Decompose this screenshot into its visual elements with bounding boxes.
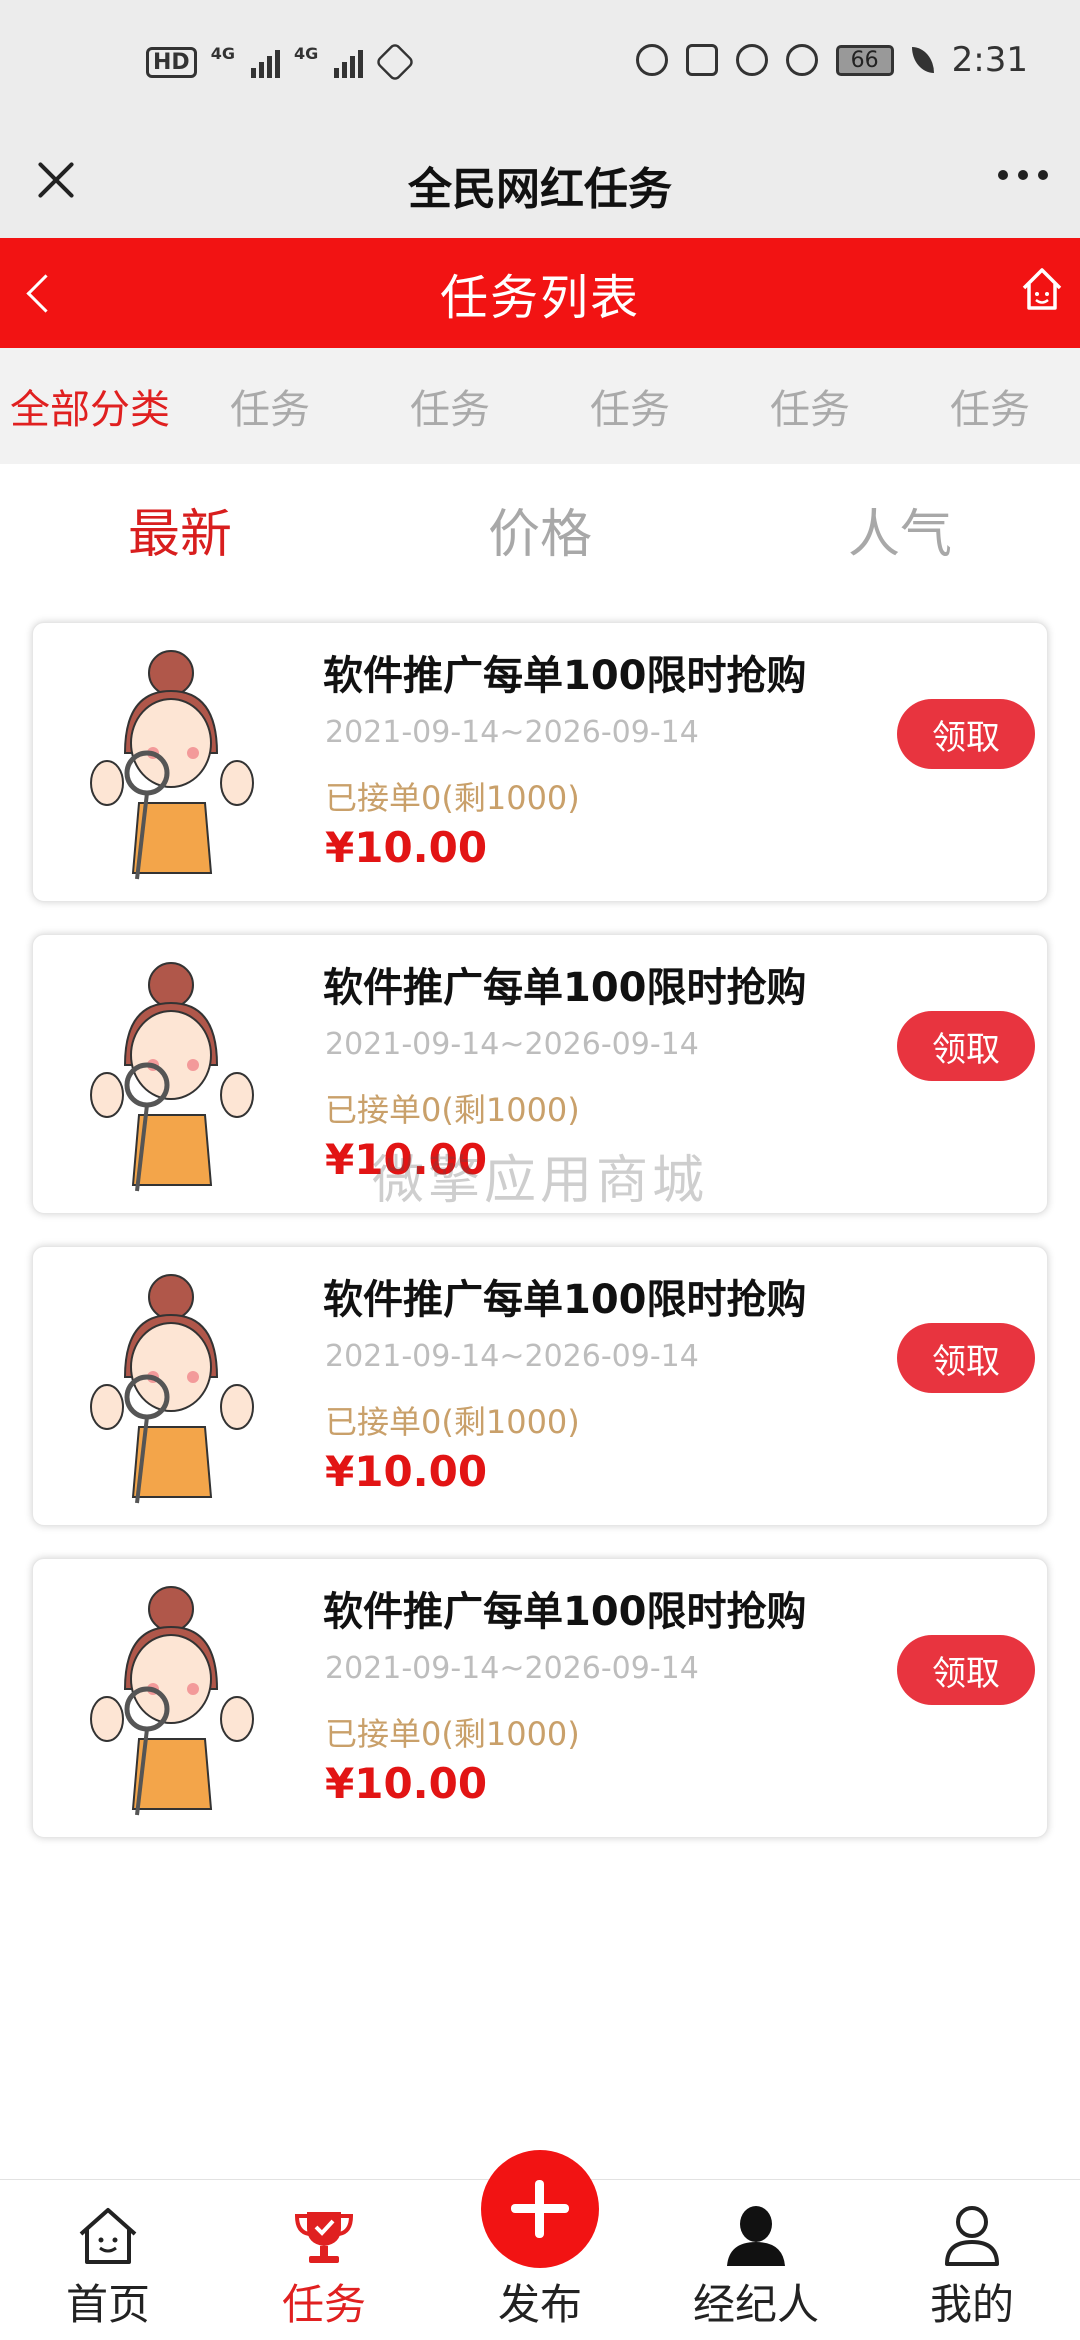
nav-label: 首页 <box>65 2280 150 2329</box>
task-thumbnail <box>90 1586 254 1816</box>
nav-publish[interactable]: 发布 <box>432 2150 648 2340</box>
task-thumbnail <box>90 1274 254 1504</box>
user-icon <box>945 2206 999 2266</box>
tab-category[interactable]: 任务 <box>900 377 1080 435</box>
task-taken-count: 已接单0(剩1000) <box>325 1403 580 1441</box>
task-title: 软件推广每单100限时抢购 <box>323 653 807 699</box>
bottom-nav: 首页 任务 发布 经纪人 我的 <box>0 2150 1080 2340</box>
status-right: 66 2:31 <box>635 40 1028 80</box>
task-date-range: 2021-09-14~2026-09-14 <box>325 1027 699 1062</box>
status-left: HD 4G 4G <box>146 41 416 83</box>
task-title: 软件推广每单100限时抢购 <box>323 1589 807 1635</box>
claim-button[interactable]: 领取 <box>897 699 1035 769</box>
more-icon[interactable] <box>998 170 1048 180</box>
tab-category[interactable]: 任务 <box>720 377 900 435</box>
nav-label: 经纪人 <box>692 2280 819 2329</box>
signal-icon-2 <box>334 46 364 78</box>
network-type-1: 4G <box>210 44 235 63</box>
back-icon[interactable] <box>18 268 58 318</box>
battery-icon: 66 <box>835 44 894 76</box>
task-date-range: 2021-09-14~2026-09-14 <box>325 1339 699 1374</box>
task-date-range: 2021-09-14~2026-09-14 <box>325 1651 699 1686</box>
task-card[interactable]: 软件推广每单100限时抢购 2021-09-14~2026-09-14 已接单0… <box>32 1558 1048 1838</box>
network-type-2: 4G <box>293 44 319 63</box>
task-card[interactable]: 软件推广每单100限时抢购 2021-09-14~2026-09-14 已接单0… <box>32 934 1048 1214</box>
task-price: ¥10.00 <box>325 1135 488 1184</box>
task-price: ¥10.00 <box>325 1759 488 1808</box>
signal-icon <box>250 46 280 78</box>
task-title: 软件推广每单100限时抢购 <box>323 965 807 1011</box>
trophy-icon <box>294 2212 354 2263</box>
sort-popularity[interactable]: 人气 <box>720 492 1080 567</box>
app-title: 全民网红任务 <box>408 164 672 215</box>
sort-tabs: 最新 价格 人气 <box>0 464 1080 594</box>
plus-icon <box>481 2150 599 2268</box>
home-icon <box>79 2208 137 2264</box>
task-taken-count: 已接单0(剩1000) <box>325 1091 580 1129</box>
task-price: ¥10.00 <box>325 1447 488 1496</box>
task-taken-count: 已接单0(剩1000) <box>325 1715 580 1753</box>
nav-home[interactable]: 首页 <box>0 2180 216 2340</box>
nav-label: 任务 <box>281 2280 366 2329</box>
nav-mine[interactable]: 我的 <box>864 2180 1080 2340</box>
claim-button[interactable]: 领取 <box>897 1011 1035 1081</box>
alarm-icon <box>735 44 768 76</box>
task-price: ¥10.00 <box>325 823 488 872</box>
status-bar: HD 4G 4G 66 2:31 <box>0 0 1080 132</box>
sort-latest[interactable]: 最新 <box>0 492 360 567</box>
page-header: 任务列表 <box>0 238 1080 348</box>
tab-all-categories[interactable]: 全部分类 <box>0 377 180 435</box>
nav-label: 我的 <box>929 2280 1014 2329</box>
claim-button[interactable]: 领取 <box>897 1635 1035 1705</box>
hd-icon: HD <box>146 46 197 78</box>
task-taken-count: 已接单0(剩1000) <box>325 779 580 817</box>
nav-tasks[interactable]: 任务 <box>216 2180 432 2340</box>
task-list: 软件推广每单100限时抢购 2021-09-14~2026-09-14 已接单0… <box>32 622 1048 1870</box>
task-title: 软件推广每单100限时抢购 <box>323 1277 807 1323</box>
task-card[interactable]: 软件推广每单100限时抢购 2021-09-14~2026-09-14 已接单0… <box>32 1246 1048 1526</box>
close-icon[interactable] <box>32 156 80 204</box>
nav-label: 发布 <box>497 2280 582 2329</box>
clock: 2:31 <box>951 40 1028 80</box>
page-title: 任务列表 <box>439 270 640 326</box>
hand-icon <box>374 41 416 83</box>
eye-icon <box>635 44 668 76</box>
task-thumbnail <box>90 650 254 880</box>
eco-icon <box>911 47 934 73</box>
task-card[interactable]: 软件推广每单100限时抢购 2021-09-14~2026-09-14 已接单0… <box>32 622 1048 902</box>
agent-icon <box>727 2206 785 2266</box>
tab-category[interactable]: 任务 <box>540 377 720 435</box>
home-icon[interactable] <box>1018 262 1066 316</box>
tab-category[interactable]: 任务 <box>360 377 540 435</box>
nfc-icon <box>685 44 718 76</box>
mute-icon <box>785 44 818 76</box>
claim-button[interactable]: 领取 <box>897 1323 1035 1393</box>
task-thumbnail <box>90 962 254 1192</box>
nav-agent[interactable]: 经纪人 <box>648 2180 864 2340</box>
category-tabs: 全部分类 任务 任务 任务 任务 任务 <box>0 348 1080 464</box>
tab-category[interactable]: 任务 <box>180 377 360 435</box>
task-date-range: 2021-09-14~2026-09-14 <box>325 715 699 750</box>
webview-title-bar: 全民网红任务 <box>0 132 1080 238</box>
sort-price[interactable]: 价格 <box>360 492 720 567</box>
